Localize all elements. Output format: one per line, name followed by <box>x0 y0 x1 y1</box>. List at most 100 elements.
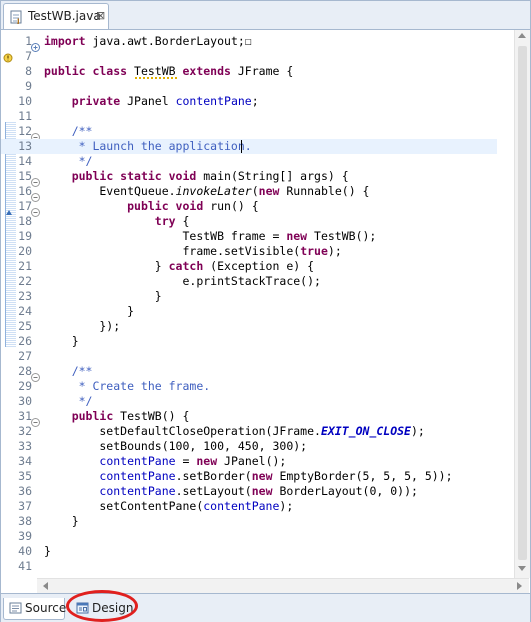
collapse-fold-icon[interactable] <box>31 187 40 202</box>
line-number: 26 <box>18 334 32 348</box>
code-line[interactable]: 36 contentPane.setLayout(new BorderLayou… <box>1 484 497 499</box>
code-line[interactable]: 41 <box>1 559 497 574</box>
code-line[interactable]: 30 */ <box>1 394 497 409</box>
code-line[interactable]: 27 <box>1 349 497 364</box>
line-number: 14 <box>18 154 32 168</box>
code-text: */ <box>44 394 93 408</box>
collapse-fold-icon[interactable] <box>31 412 40 427</box>
code-line[interactable]: 35 contentPane.setBorder(new EmptyBorder… <box>1 469 497 484</box>
scroll-right-icon[interactable] <box>517 582 522 590</box>
code-text: e.printStackTrace(); <box>44 274 321 288</box>
code-line[interactable]: 16 EventQueue.invokeLater(new Runnable()… <box>1 184 497 202</box>
close-icon[interactable]: ⊠ <box>96 9 105 22</box>
code-text: /** <box>71 124 93 138</box>
code-editor[interactable]: 1 import java.awt.BorderLayout;☐ 7 8 public … <box>1 30 530 593</box>
line-number: 28 <box>18 364 32 378</box>
svg-text:J: J <box>16 18 20 25</box>
override-marker-icon[interactable] <box>5 202 13 215</box>
code-line[interactable]: 37 setContentPane(contentPane); <box>1 499 497 514</box>
code-text: frame.setVisible(true); <box>44 244 342 258</box>
code-text: EventQueue.invokeLater(new Runnable() { <box>44 184 370 198</box>
code-line[interactable]: 12 /** <box>1 124 497 142</box>
code-line[interactable]: 22 e.printStackTrace(); <box>1 274 497 289</box>
code-line[interactable]: 34 contentPane = new JPanel(); <box>1 454 497 469</box>
code-text: } <box>44 334 79 348</box>
collapse-fold-icon[interactable] <box>31 127 40 142</box>
code-line[interactable]: 18 try { <box>1 214 497 229</box>
code-line[interactable]: 32 setDefaultCloseOperation(JFrame.EXIT_… <box>1 424 497 439</box>
code-line[interactable]: 19 TestWB frame = new TestWB(); <box>1 229 497 244</box>
line-number: 23 <box>18 289 32 303</box>
code-text: } <box>44 304 135 318</box>
code-line[interactable]: 20 frame.setVisible(true); <box>1 244 497 259</box>
tab-testwb-java[interactable]: J TestWB.java ⊠ <box>3 3 109 29</box>
collapse-fold-icon[interactable] <box>31 367 40 382</box>
line-number: 18 <box>18 214 32 228</box>
code-text: setContentPane(contentPane); <box>44 499 294 513</box>
code-line[interactable]: 24 } <box>1 304 497 319</box>
code-line[interactable]: 29 * Create the frame. <box>1 379 497 394</box>
line-number: 40 <box>18 544 32 558</box>
code-line[interactable]: 26 } <box>1 334 497 349</box>
code-line[interactable]: 11 <box>1 109 497 124</box>
scroll-left-icon[interactable] <box>43 582 48 590</box>
vertical-scrollbar[interactable] <box>514 30 530 578</box>
text-cursor <box>241 140 242 153</box>
line-number: 9 <box>25 79 32 93</box>
code-line[interactable]: 14 */ <box>1 154 497 169</box>
line-number: 33 <box>18 439 32 453</box>
code-line[interactable]: 28 /** <box>1 364 497 382</box>
current-line[interactable]: 13 * Launch the application. <box>1 139 497 154</box>
line-number: 16 <box>18 184 32 198</box>
line-number: 38 <box>18 514 32 528</box>
tab-source[interactable]: Source <box>3 598 67 620</box>
line-number: 11 <box>18 109 32 123</box>
code-text: } <box>44 289 162 303</box>
code-line[interactable]: 15 public static void main(String[] args… <box>1 169 497 187</box>
code-text: setBounds(100, 100, 450, 300); <box>44 439 308 453</box>
warning-icon[interactable] <box>3 50 15 63</box>
line-number: 29 <box>18 379 32 393</box>
code-line[interactable]: 23 } <box>1 289 497 304</box>
line-number: 35 <box>18 469 32 483</box>
line-number: 37 <box>18 499 32 513</box>
line-number: 30 <box>18 394 32 408</box>
code-text: contentPane.setLayout(new BorderLayout(0… <box>99 484 418 498</box>
code-text: public TestWB() { <box>71 409 190 423</box>
line-number: 22 <box>18 274 32 288</box>
scroll-thumb[interactable] <box>518 46 527 560</box>
code-text: * Create the frame. <box>44 379 211 393</box>
line-number: 15 <box>18 169 32 183</box>
code-text: /** <box>71 364 93 378</box>
code-text: } <box>44 514 79 528</box>
code-line[interactable]: 38 } <box>1 514 497 529</box>
collapse-fold-icon[interactable] <box>31 202 40 217</box>
code-text: TestWB frame = new TestWB(); <box>44 229 377 243</box>
code-line[interactable]: 9 <box>1 79 497 94</box>
code-line[interactable]: 8 public class TestWB extends JFrame { <box>1 64 497 79</box>
code-line[interactable]: 25 }); <box>1 319 497 334</box>
line-number: 27 <box>18 349 32 363</box>
line-number: 32 <box>18 424 32 438</box>
scroll-up-icon[interactable] <box>518 33 526 38</box>
code-text: contentPane = new JPanel(); <box>99 454 287 468</box>
code-text: public void run() { <box>127 199 259 213</box>
code-line[interactable]: 39 <box>1 529 497 544</box>
line-number: 24 <box>18 304 32 318</box>
code-line[interactable]: 31 public TestWB() { <box>1 409 497 427</box>
code-line[interactable]: 17 public void run() { <box>1 199 497 217</box>
line-number: 10 <box>18 94 32 108</box>
code-line[interactable]: 1 import java.awt.BorderLayout;☐ <box>1 34 497 52</box>
code-line[interactable]: 21 } catch (Exception e) { <box>1 259 497 274</box>
code-line[interactable]: 40} <box>1 544 497 559</box>
code-line[interactable]: 7 <box>1 49 497 64</box>
code-line[interactable]: 10 private JPanel contentPane; <box>1 94 497 109</box>
code-line[interactable]: 33 setBounds(100, 100, 450, 300); <box>1 439 497 454</box>
code-text: }); <box>44 319 121 333</box>
expand-fold-icon[interactable] <box>31 37 40 52</box>
source-tab-label: Source <box>25 601 67 615</box>
code-text: import java.awt.BorderLayout;☐ <box>44 34 252 48</box>
scroll-down-icon[interactable] <box>518 566 526 571</box>
collapse-fold-icon[interactable] <box>31 172 40 187</box>
line-number: 19 <box>18 229 32 243</box>
